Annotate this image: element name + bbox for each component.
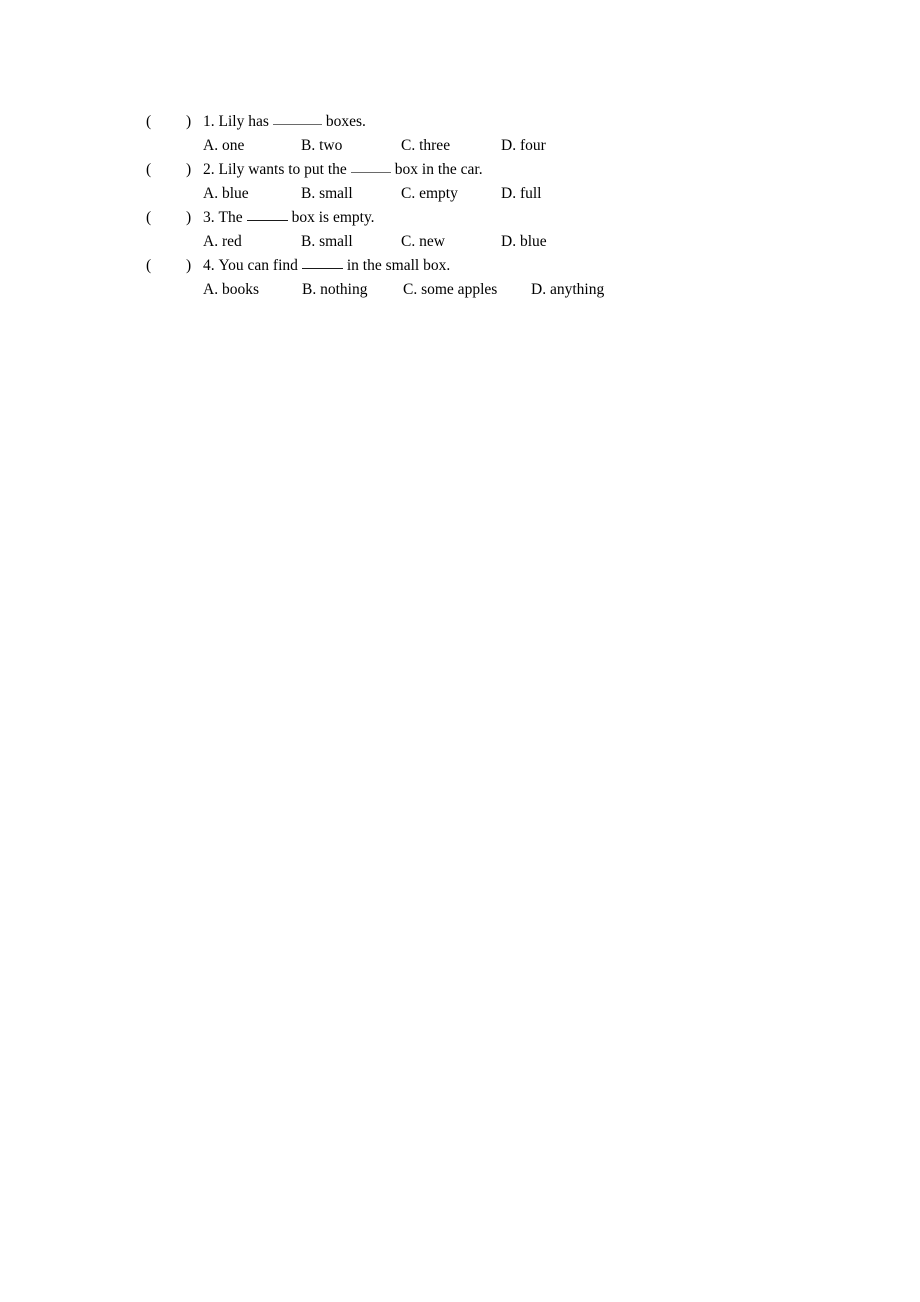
question-number: 1. <box>203 113 215 130</box>
option-c-label: C. <box>401 137 416 154</box>
option-b-text: two <box>319 137 343 154</box>
option-b-label: B. <box>301 233 316 250</box>
options-row: A. books B. nothing C. some apples D. anyth… <box>146 278 846 302</box>
option-c[interactable]: C. new <box>401 230 501 254</box>
question-row: () 2. Lily wants to put the box in the car… <box>146 158 846 182</box>
paren-close-icon: ) <box>186 257 192 274</box>
paren-close-icon: ) <box>186 161 192 178</box>
option-a-label: A. <box>203 137 219 154</box>
question-row: () 4. You can find in the small box. <box>146 254 846 278</box>
option-d-text: four <box>519 137 546 154</box>
option-b[interactable]: B. two <box>301 134 401 158</box>
option-c-label: C. <box>401 233 416 250</box>
option-a[interactable]: A. blue <box>203 182 301 206</box>
option-d[interactable]: D. anything <box>531 278 604 302</box>
answer-blank[interactable] <box>246 208 288 221</box>
option-a-label: A. <box>203 233 219 250</box>
option-d-text: blue <box>519 233 547 250</box>
paren-open-icon: ( <box>146 161 152 178</box>
option-b-text: small <box>319 185 353 202</box>
option-d[interactable]: D. four <box>501 134 546 158</box>
answer-bracket-1[interactable]: () <box>146 110 203 134</box>
option-b[interactable]: B. small <box>301 182 401 206</box>
options-row: A. red B. small C. new D. blue <box>146 230 846 254</box>
option-b[interactable]: B. nothing <box>302 278 403 302</box>
question-row: () 1. Lily has boxes. <box>146 110 846 134</box>
question-stem-before-text: You can find <box>218 257 298 274</box>
option-a[interactable]: A. red <box>203 230 301 254</box>
option-d-label: D. <box>501 233 517 250</box>
option-a[interactable]: A. one <box>203 134 301 158</box>
option-c-text: new <box>419 233 445 250</box>
option-b-label: B. <box>301 137 316 154</box>
question-stem-after: box is empty. <box>291 209 375 226</box>
option-a-label: A. <box>203 281 219 298</box>
answer-bracket-4[interactable]: () <box>146 254 203 278</box>
question-stem-after: box in the car. <box>394 161 483 178</box>
paren-close-icon: ) <box>186 113 192 130</box>
option-a-text: red <box>221 233 242 250</box>
option-b-text: small <box>319 233 353 250</box>
answer-blank[interactable] <box>350 160 391 173</box>
answer-blank[interactable] <box>301 256 343 269</box>
options-row: A. one B. two C. three D. four <box>146 134 846 158</box>
option-d-text: full <box>519 185 542 202</box>
option-d-label: D. <box>501 185 517 202</box>
option-a-label: A. <box>203 185 219 202</box>
question-stem-before-text: Lily has <box>218 113 269 130</box>
option-c-text: empty <box>419 185 458 202</box>
question-number: 4. <box>203 257 215 274</box>
option-b[interactable]: B. small <box>301 230 401 254</box>
options-row: A. blue B. small C. empty D. full <box>146 182 846 206</box>
option-a-text: books <box>221 281 259 298</box>
answer-bracket-2[interactable]: () <box>146 158 203 182</box>
option-c[interactable]: C. empty <box>401 182 501 206</box>
option-c-label: C. <box>403 281 418 298</box>
question-stem-after: boxes. <box>325 113 366 130</box>
option-d-label: D. <box>531 281 547 298</box>
option-d-label: D. <box>501 137 517 154</box>
answer-blank[interactable] <box>272 112 322 125</box>
option-a[interactable]: A. books <box>203 278 302 302</box>
multiple-choice-exercise: () 1. Lily has boxes. A. one B. two C. three… <box>146 110 846 302</box>
option-b-label: B. <box>302 281 317 298</box>
option-b-label: B. <box>301 185 316 202</box>
answer-bracket-3[interactable]: () <box>146 206 203 230</box>
question-row: () 3. The box is empty. <box>146 206 846 230</box>
paren-open-icon: ( <box>146 257 152 274</box>
option-d[interactable]: D. blue <box>501 230 547 254</box>
question-stem-before-text: The <box>218 209 243 226</box>
option-b-text: nothing <box>320 281 368 298</box>
question-number: 2. <box>203 161 215 178</box>
option-d-text: anything <box>549 281 605 298</box>
option-c-text: some apples <box>421 281 498 298</box>
option-c[interactable]: C. three <box>401 134 501 158</box>
option-c-text: three <box>419 137 451 154</box>
paren-open-icon: ( <box>146 209 152 226</box>
question-number: 3. <box>203 209 215 226</box>
worksheet-page: () 1. Lily has boxes. A. one B. two C. three… <box>0 0 920 1302</box>
option-d[interactable]: D. full <box>501 182 541 206</box>
paren-open-icon: ( <box>146 113 152 130</box>
question-stem-after: in the small box. <box>346 257 451 274</box>
option-c-label: C. <box>401 185 416 202</box>
option-a-text: one <box>221 137 245 154</box>
paren-close-icon: ) <box>186 209 192 226</box>
option-c[interactable]: C. some apples <box>403 278 531 302</box>
option-a-text: blue <box>221 185 249 202</box>
question-stem-before-text: Lily wants to put the <box>218 161 347 178</box>
